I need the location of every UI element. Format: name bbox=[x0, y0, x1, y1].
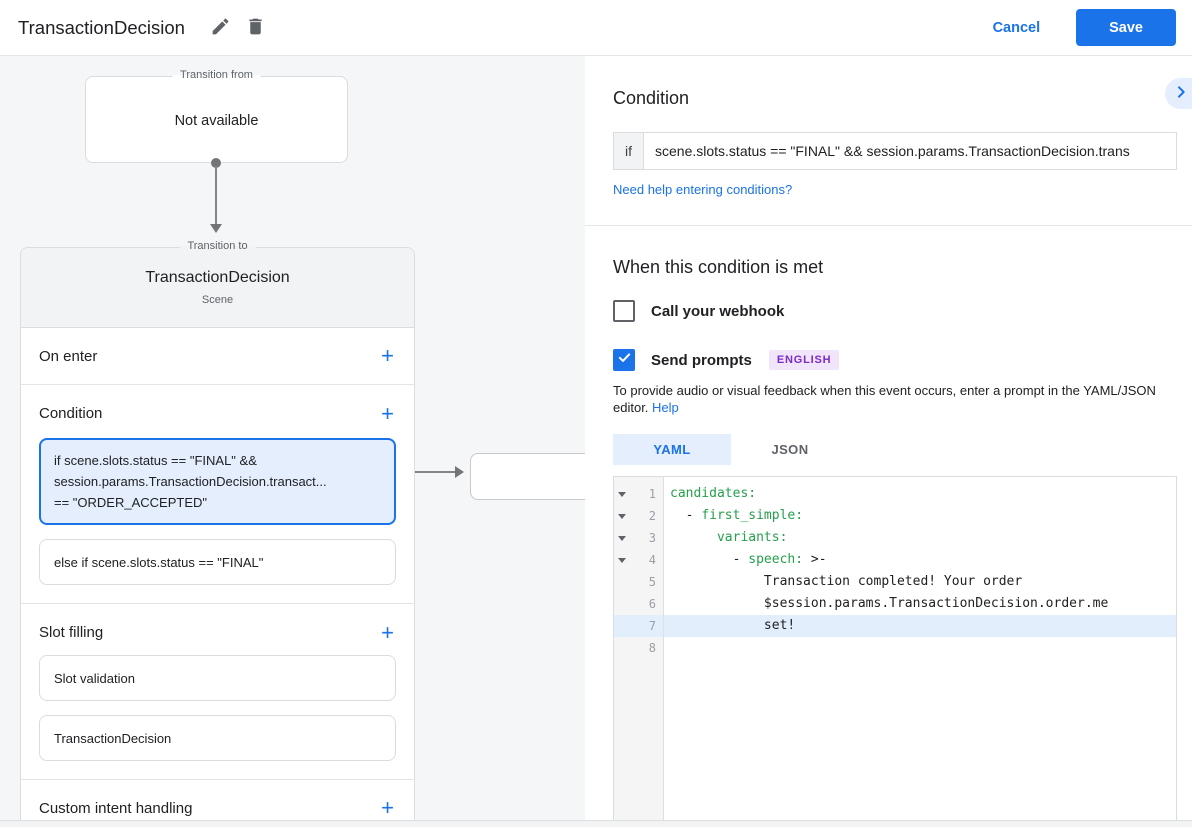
edit-title-button[interactable] bbox=[206, 12, 235, 44]
call-webhook-label: Call your webhook bbox=[651, 303, 784, 320]
conditions-help-link[interactable]: Need help entering conditions? bbox=[613, 182, 792, 197]
slot-filling-label: Slot filling bbox=[39, 624, 103, 641]
code-line[interactable]: 8 bbox=[614, 637, 1176, 659]
fold-arrow-icon[interactable] bbox=[618, 536, 626, 541]
line-number: 3 bbox=[629, 531, 663, 545]
slot-validation-card[interactable]: Slot validation bbox=[39, 655, 396, 701]
panel-divider bbox=[585, 225, 1192, 226]
line-number: 4 bbox=[629, 553, 663, 567]
condition-line: if scene.slots.status == "FINAL" && bbox=[54, 450, 381, 471]
if-prefix-label: if bbox=[613, 132, 643, 170]
scene-card-subtitle: Scene bbox=[21, 294, 414, 306]
scene-card: Transition to TransactionDecision Scene … bbox=[20, 247, 415, 827]
custom-intent-label: Custom intent handling bbox=[39, 800, 192, 817]
when-condition-heading: When this condition is met bbox=[613, 255, 1177, 279]
condition-section-label: Condition bbox=[39, 405, 102, 422]
prompts-description: To provide audio or visual feedback when… bbox=[613, 382, 1173, 416]
send-prompts-label: Send prompts bbox=[651, 352, 752, 369]
line-number: 6 bbox=[629, 597, 663, 611]
line-number: 8 bbox=[629, 641, 663, 655]
chevron-right-icon bbox=[1173, 84, 1189, 103]
trash-icon bbox=[245, 16, 266, 40]
scene-editor-window: TransactionDecision Cancel Save Transiti… bbox=[0, 0, 1192, 827]
webhook-checkbox-row: Call your webhook bbox=[613, 299, 1177, 323]
scene-card-title: TransactionDecision bbox=[21, 269, 414, 287]
cancel-button[interactable]: Cancel bbox=[979, 12, 1055, 44]
condition-card-selected[interactable]: if scene.slots.status == "FINAL" && sess… bbox=[39, 438, 396, 525]
prompts-description-text: To provide audio or visual feedback when… bbox=[613, 383, 1156, 415]
prompts-checkbox-row: Send prompts ENGLISH bbox=[613, 348, 1177, 372]
code-editor-filler bbox=[614, 659, 1176, 825]
condition-line: == "ORDER_ACCEPTED" bbox=[54, 492, 381, 513]
condition-expression-input[interactable] bbox=[643, 132, 1177, 170]
connector-line bbox=[215, 166, 217, 225]
tab-yaml[interactable]: YAML bbox=[613, 434, 731, 465]
condition-card-else[interactable]: else if scene.slots.status == "FINAL" bbox=[39, 539, 396, 585]
slot-transaction-card[interactable]: TransactionDecision bbox=[39, 715, 396, 761]
condition-line: session.params.TransactionDecision.trans… bbox=[54, 471, 381, 492]
page-title: TransactionDecision bbox=[18, 17, 185, 39]
line-number: 2 bbox=[629, 509, 663, 523]
prompts-help-link[interactable]: Help bbox=[652, 400, 679, 415]
add-custom-intent-button[interactable]: + bbox=[379, 798, 396, 818]
transition-from-legend: Transition from bbox=[172, 69, 261, 81]
code-line[interactable]: 2 - first_simple: bbox=[614, 505, 1176, 527]
condition-detail-panel: Condition if Need help entering conditio… bbox=[585, 56, 1192, 827]
transition-to-legend: Transition to bbox=[179, 240, 255, 252]
top-bar: TransactionDecision Cancel Save bbox=[0, 0, 1192, 56]
on-enter-label: On enter bbox=[39, 348, 97, 365]
language-badge: ENGLISH bbox=[769, 350, 840, 370]
condition-expression-row: if bbox=[613, 132, 1177, 170]
tab-json[interactable]: JSON bbox=[731, 434, 849, 465]
editor-format-tabs: YAML JSON bbox=[613, 434, 1177, 465]
code-line[interactable]: 7 set! bbox=[614, 615, 1176, 637]
code-line[interactable]: 6 $session.params.TransactionDecision.or… bbox=[614, 593, 1176, 615]
line-number: 5 bbox=[629, 575, 663, 589]
transition-from-value: Not available bbox=[86, 113, 347, 129]
condition-connector-arrowhead-icon bbox=[455, 466, 464, 478]
fold-arrow-icon[interactable] bbox=[618, 558, 626, 563]
add-on-enter-button[interactable]: + bbox=[379, 346, 396, 366]
code-line[interactable]: 1candidates: bbox=[614, 483, 1176, 505]
line-number: 7 bbox=[629, 619, 663, 633]
on-enter-row[interactable]: On enter + bbox=[21, 328, 414, 385]
delete-scene-button[interactable] bbox=[241, 12, 270, 44]
collapse-panel-button[interactable] bbox=[1165, 78, 1192, 109]
save-button[interactable]: Save bbox=[1076, 9, 1176, 46]
add-slot-button[interactable]: + bbox=[379, 623, 396, 643]
fold-arrow-icon[interactable] bbox=[618, 514, 626, 519]
slot-filling-section: Slot filling + Slot validation Transacti… bbox=[21, 604, 414, 780]
connector-arrowhead-icon bbox=[210, 224, 222, 233]
horizontal-scrollbar[interactable] bbox=[0, 820, 1192, 827]
code-line[interactable]: 3 variants: bbox=[614, 527, 1176, 549]
line-number: 1 bbox=[629, 487, 663, 501]
add-condition-button[interactable]: + bbox=[379, 404, 396, 424]
checkmark-icon bbox=[617, 350, 632, 370]
code-line[interactable]: 5 Transaction completed! Your order bbox=[614, 571, 1176, 593]
fold-arrow-icon[interactable] bbox=[618, 492, 626, 497]
condition-heading: Condition bbox=[613, 86, 1177, 110]
condition-section: Condition + if scene.slots.status == "FI… bbox=[21, 385, 414, 604]
call-webhook-checkbox[interactable] bbox=[613, 300, 635, 322]
pencil-icon bbox=[210, 16, 231, 40]
yaml-code-editor[interactable]: 1candidates:2 - first_simple:3 variants:… bbox=[613, 476, 1177, 826]
send-prompts-checkbox[interactable] bbox=[613, 349, 635, 371]
transition-from-box[interactable]: Transition from Not available bbox=[85, 76, 348, 163]
code-line[interactable]: 4 - speech: >- bbox=[614, 549, 1176, 571]
scene-card-header[interactable]: TransactionDecision Scene bbox=[21, 248, 414, 328]
